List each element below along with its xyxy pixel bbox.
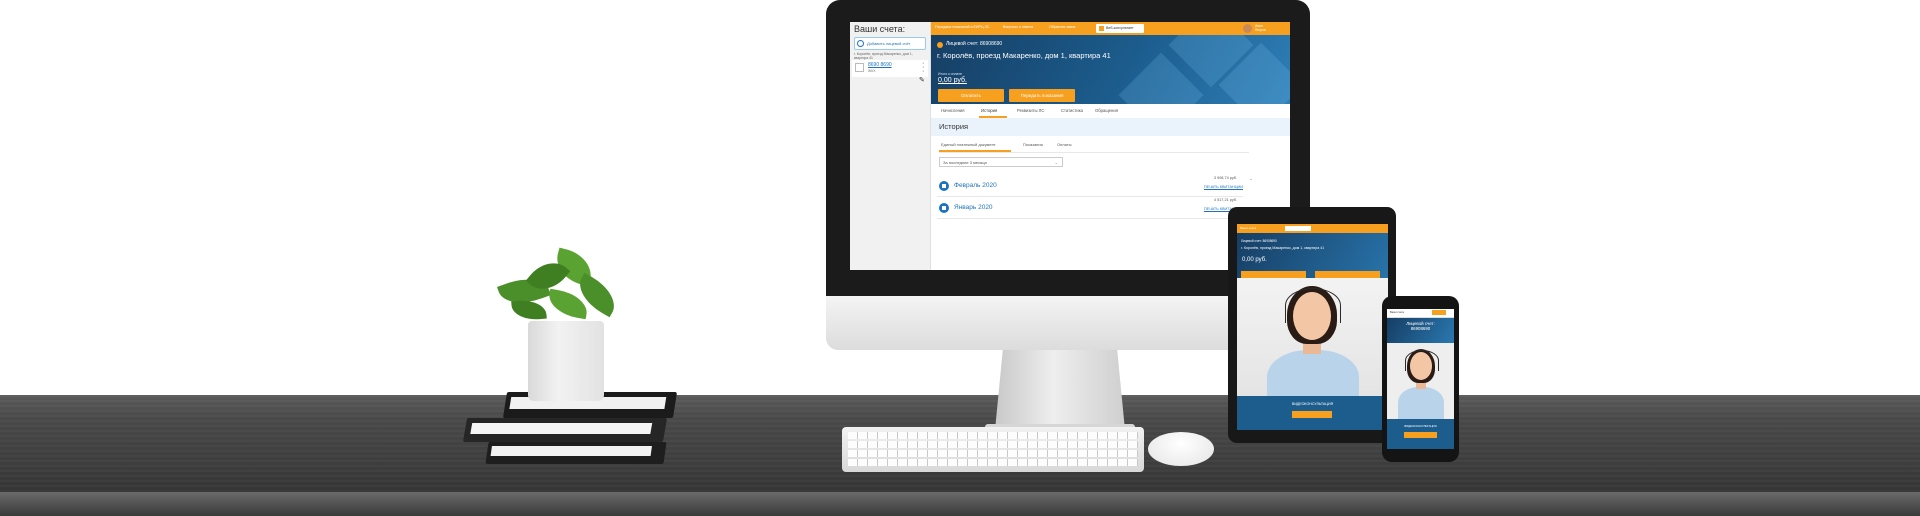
history-row[interactable]: Январь 2020 4 517,21 руб. ПЕЧАТЬ КВИТАНЦ…: [937, 198, 1243, 219]
period-select-value: За последние 3 месяца: [943, 160, 987, 165]
tab-details[interactable]: Реквизиты ЛС: [1017, 108, 1044, 113]
pay-button[interactable]: Оплатить: [938, 89, 1004, 102]
tablet-top-bar: Ваши счета: [1237, 224, 1388, 233]
phone-video-consult-label: ВИДЕОКОНСУЛЬТАЦИЯ: [1404, 424, 1437, 428]
plant-pot: [528, 321, 604, 401]
avatar[interactable]: [1243, 24, 1252, 33]
tablet-address: г. Королёв, проезд Макаренко, дом 1, ква…: [1241, 246, 1325, 250]
web-consultant-label: Веб-консультант: [1106, 26, 1134, 30]
document-icon: [939, 181, 949, 191]
top-link-meters[interactable]: Передача показаний в ЕИРЦ ЛС: [935, 25, 989, 29]
product-mockup-scene: Ваши счета: Добавить лицевой счёт г. Кор…: [0, 0, 1920, 516]
house-icon: [855, 63, 864, 72]
phone-account-number: 86908690: [1410, 326, 1431, 331]
monitor-stand: [995, 350, 1125, 430]
top-link-faq[interactable]: Вопросы и ответы: [1003, 25, 1033, 29]
accounts-title: Ваши счета:: [854, 24, 906, 34]
chat-icon: [1099, 26, 1104, 31]
history-row-sum: 4 517,21 руб.: [1213, 198, 1237, 202]
account-number-link[interactable]: 8690 8690: [868, 62, 892, 68]
balance-amount[interactable]: 0,00 руб.: [938, 77, 967, 84]
web-consultant-button[interactable]: Веб-консультант: [1096, 24, 1144, 33]
balance-label: Итого к оплате: [938, 72, 962, 76]
tab-statistics[interactable]: Статистика: [1061, 108, 1083, 113]
document-icon: [939, 203, 949, 213]
mouse: [1148, 432, 1214, 466]
chevron-down-icon: ⌄: [1054, 160, 1058, 165]
history-row-sum: 3 908,74 руб.: [1213, 176, 1237, 180]
tablet-video-consult-button[interactable]: [1292, 411, 1332, 418]
add-account-label: Добавить лицевой счёт: [867, 41, 911, 46]
tablet-accounts-link[interactable]: Ваши счета: [1240, 226, 1256, 230]
phone-video-consult-button[interactable]: [1404, 432, 1437, 438]
submit-meters-button[interactable]: Передать показания: [1009, 89, 1075, 102]
phone-footer: ВИДЕОКОНСУЛЬТАЦИЯ: [1387, 419, 1454, 449]
tab-history[interactable]: История: [981, 108, 997, 113]
user-name[interactable]: Иван Петров: [1255, 24, 1266, 32]
book-middle: [462, 418, 668, 442]
history-row[interactable]: Февраль 2020 3 908,74 руб. ПЕЧАТЬ КВИТАН…: [937, 176, 1253, 197]
account-icon: [937, 42, 943, 48]
subtab-payment-document[interactable]: Единый платежный документ: [941, 142, 996, 147]
account-tabs: Начисления История Реквизиты ЛС Статисти…: [931, 104, 1290, 119]
history-header: История: [931, 118, 1290, 136]
banner-address: г. Королёв, проезд Макаренко, дом 1, ква…: [937, 51, 1111, 60]
history-title: История: [939, 122, 969, 131]
tablet-amount: 0,00 руб.: [1242, 257, 1267, 263]
tablet-video-consult-label: ВИДЕОКОНСУЛЬТАЦИЯ: [1291, 402, 1334, 406]
desk-edge: [0, 492, 1920, 516]
subtab-payments[interactable]: Оплаты: [1057, 142, 1071, 147]
tablet-footer: ВИДЕОКОНСУЛЬТАЦИЯ: [1237, 396, 1388, 430]
add-account-button[interactable]: Добавить лицевой счёт: [854, 37, 926, 50]
tab-requests[interactable]: Обращения: [1095, 108, 1118, 113]
phone-banner: Лицевой счет: 86908690: [1387, 318, 1454, 343]
tab-charges[interactable]: Начисления: [941, 108, 965, 113]
chevron-down-icon[interactable]: ⌄: [1249, 176, 1253, 182]
desktop-screen: Ваши счета: Добавить лицевой счёт г. Кор…: [850, 22, 1290, 270]
keyboard-keys: [848, 432, 1138, 468]
tablet-account-number: Лицевой счет: 86908690: [1241, 239, 1277, 243]
phone-screen: Ваши счета Лицевой счет: 86908690 ВИДЕОК…: [1387, 309, 1454, 449]
history-row-month[interactable]: Февраль 2020: [954, 182, 997, 189]
top-nav-bar: Передача показаний в ЕИРЦ ЛС Вопросы и о…: [931, 22, 1290, 35]
banner-account-number: Лицевой счет: 86908690: [946, 41, 1003, 47]
plus-icon: [857, 40, 864, 47]
account-address: г. Королёв, проезд Макаренко, дом 1, ква…: [854, 52, 913, 60]
book-bottom: [485, 442, 667, 464]
print-receipt-link[interactable]: ПЕЧАТЬ КВИТАНЦИИ: [1204, 185, 1243, 189]
consultant-photo: [1387, 343, 1454, 419]
edit-pencil-icon[interactable]: ✎: [919, 76, 925, 84]
history-row-month[interactable]: Январь 2020: [954, 204, 993, 211]
active-subtab-indicator: [939, 150, 1011, 152]
user-last-name: Петров: [1255, 28, 1266, 32]
accounts-sidebar: Ваши счета: Добавить лицевой счёт г. Кор…: [850, 22, 931, 270]
top-link-feedback[interactable]: Обратная связь: [1049, 25, 1075, 29]
phone-top-bar: Ваши счета: [1387, 309, 1454, 318]
phone-accounts-link[interactable]: Ваши счета: [1390, 311, 1404, 314]
tablet-screen: Ваши счета Лицевой счет: 86908690 г. Кор…: [1237, 224, 1388, 430]
keyboard: [842, 427, 1144, 472]
subtab-readings[interactable]: Показания: [1023, 142, 1043, 147]
account-banner: Лицевой счет: 86908690 г. Королёв, проез…: [931, 35, 1290, 104]
tablet-consultant-button[interactable]: [1285, 226, 1311, 231]
history-subtabs: Единый платежный документ Показания Опла…: [939, 140, 1249, 153]
consultant-photo: [1237, 278, 1388, 396]
phone-consultant-button[interactable]: [1432, 310, 1446, 315]
phone-account: Лицевой счет: 86908690: [1387, 321, 1454, 331]
account-type: ЖКХ: [868, 69, 876, 73]
more-vertical-icon[interactable]: · · ·: [922, 60, 924, 75]
period-select[interactable]: За последние 3 месяца ⌄: [939, 157, 1063, 167]
account-card[interactable]: 8690 8690 ЖКХ · · ·: [852, 60, 928, 77]
